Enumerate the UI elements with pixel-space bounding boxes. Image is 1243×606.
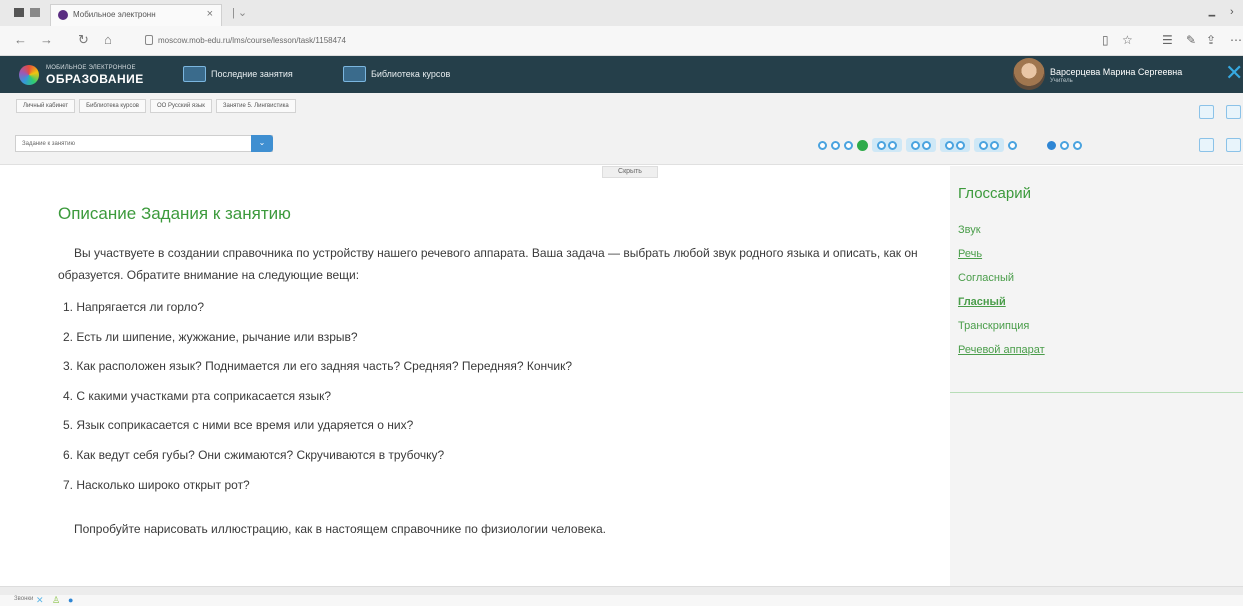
step-dot[interactable] (1060, 140, 1069, 150)
hide-button[interactable]: Скрыть (602, 166, 658, 178)
lesson-toolbar: Личный кабинет Библиотека курсов ОО Русс… (0, 93, 1243, 165)
logo-subtitle: МОБИЛЬНОЕ ЭЛЕКТРОННОЕ (46, 65, 136, 71)
task-selector-value: Задание к занятию (22, 141, 76, 147)
page-info-icon (145, 35, 153, 45)
forward-icon[interactable]: → (40, 33, 53, 47)
logo-icon[interactable] (19, 65, 39, 85)
question-list: 1. Напрягается ли горло? 2. Есть ли шипе… (63, 300, 572, 507)
list-item: 2. Есть ли шипение, жужжание, рычание ил… (63, 329, 358, 344)
step-group[interactable] (872, 138, 902, 152)
share-icon[interactable]: ⇪ (1206, 33, 1216, 47)
step-group[interactable] (940, 138, 970, 152)
breadcrumb-item[interactable]: Личный кабинет (16, 99, 76, 113)
tools-icon[interactable]: ✕ (36, 595, 44, 605)
more-icon[interactable]: ⋯ (1230, 33, 1242, 47)
step-dot[interactable] (1047, 140, 1056, 150)
chat-icon[interactable] (1226, 138, 1241, 152)
home-icon[interactable]: ⌂ (104, 33, 112, 47)
site-favicon-icon (58, 10, 68, 20)
glossary-panel: Глоссарий Звук Речь Согласный Гласный Тр… (950, 166, 1243, 586)
address-bar: ← → ↻ ⌂ moscow.mob-edu.ru/lms/course/les… (0, 26, 1243, 56)
glossary-item[interactable]: Согласный (958, 272, 1014, 284)
step-dot[interactable] (844, 140, 853, 150)
list-item: 1. Напрягается ли горло? (63, 300, 205, 314)
browser-tab-bar: Мобильное электронн × | ⌄ 🗕 › (0, 0, 1243, 26)
list-item: 4. С какими участками рта соприкасается … (63, 388, 332, 403)
url-field[interactable]: moscow.mob-edu.ru/lms/course/lesson/task… (143, 33, 1088, 49)
window-menu-icon[interactable] (14, 8, 24, 17)
step-group[interactable] (974, 138, 1004, 152)
glossary-item[interactable]: Транскрипция (958, 320, 1029, 332)
favorites-list-icon[interactable]: ☰ (1162, 33, 1173, 47)
glossary-item[interactable]: Речь (958, 248, 982, 260)
list-item: 5. Язык соприкасается с ними все время и… (63, 418, 414, 433)
step-dot[interactable] (1008, 140, 1017, 150)
chevron-down-icon[interactable]: ⌄ (251, 135, 273, 152)
breadcrumb-item[interactable]: Библиотека курсов (79, 99, 146, 113)
course-library-link[interactable]: Библиотека курсов (371, 69, 450, 79)
horizontal-scrollbar[interactable] (0, 586, 1243, 595)
list-item: 3. Как расположен язык? Поднимается ли е… (63, 359, 573, 374)
breadcrumb-item[interactable]: ОО Русский язык (150, 99, 212, 113)
avatar[interactable] (1013, 58, 1045, 90)
more-windows-icon[interactable]: › (1230, 6, 1234, 18)
user-role: Учитель (1050, 78, 1073, 84)
glossary-item[interactable]: Речевой аппарат (958, 344, 1045, 356)
user-name[interactable]: Варсерцева Марина Сергеевна (1050, 67, 1182, 77)
breadcrumb-item[interactable]: Занятие 5. Лингвистика (215, 99, 296, 113)
list-item: 6. Как ведут себя губы? Они сжимаются? С… (63, 447, 445, 462)
site-header: МОБИЛЬНОЕ ЭЛЕКТРОННОЕ ОБРАЗОВАНИЕ Послед… (0, 56, 1243, 93)
step-dot-current[interactable] (857, 139, 868, 151)
step-group[interactable] (906, 138, 936, 152)
task-selector[interactable]: Задание к занятию ⌄ (15, 135, 273, 152)
status-text: Звонки (14, 596, 34, 602)
minimize-icon[interactable]: 🗕 (1208, 6, 1216, 25)
pen-icon[interactable]: ✎ (1186, 33, 1196, 47)
glossary-item[interactable]: Гласный (958, 296, 1006, 308)
glossary-title: Глоссарий (958, 185, 1031, 202)
grid-icon[interactable] (1199, 138, 1214, 152)
browser-tab[interactable]: Мобильное электронн × (50, 4, 222, 26)
person-icon[interactable]: ♙ (52, 595, 60, 605)
task-outro: Попробуйте нарисовать иллюстрацию, как в… (74, 522, 607, 536)
notes-icon[interactable] (1199, 105, 1214, 119)
reading-view-icon[interactable]: ▯ (1102, 33, 1109, 47)
tab-actions-icon[interactable] (30, 8, 40, 17)
step-dot[interactable] (831, 140, 840, 150)
status-bar: Звонки ✕ ♙ ● (0, 595, 1243, 606)
help-icon[interactable]: ● (68, 595, 73, 605)
back-icon[interactable]: ← (14, 33, 27, 47)
task-intro: Вы участвуете в создании справочника по … (58, 246, 918, 282)
close-icon[interactable]: ✕ (1225, 60, 1243, 86)
step-pager (818, 137, 1082, 153)
favorite-star-icon[interactable]: ☆ (1122, 33, 1133, 47)
course-library-icon[interactable] (343, 66, 366, 82)
recent-lessons-icon[interactable] (183, 66, 206, 82)
document-icon[interactable] (1226, 105, 1241, 119)
tab-close-icon[interactable]: × (207, 8, 213, 20)
url-text: moscow.mob-edu.ru/lms/course/lesson/task… (158, 36, 346, 45)
refresh-icon[interactable]: ↻ (78, 33, 89, 47)
recent-lessons-link[interactable]: Последние занятия (211, 69, 293, 79)
step-dot[interactable] (818, 140, 827, 150)
list-item: 7. Насколько широко открыт рот? (63, 477, 250, 492)
tab-title: Мобильное электронн (73, 10, 156, 19)
step-dot[interactable] (1073, 140, 1082, 150)
glossary-divider (950, 392, 1243, 393)
breadcrumb: Личный кабинет Библиотека курсов ОО Русс… (16, 99, 296, 113)
glossary-item[interactable]: Звук (958, 224, 981, 236)
new-tab-button[interactable]: | ⌄ (232, 6, 247, 19)
page-title: Описание Задания к занятию (58, 204, 291, 223)
logo-title[interactable]: ОБРАЗОВАНИЕ (46, 72, 144, 86)
